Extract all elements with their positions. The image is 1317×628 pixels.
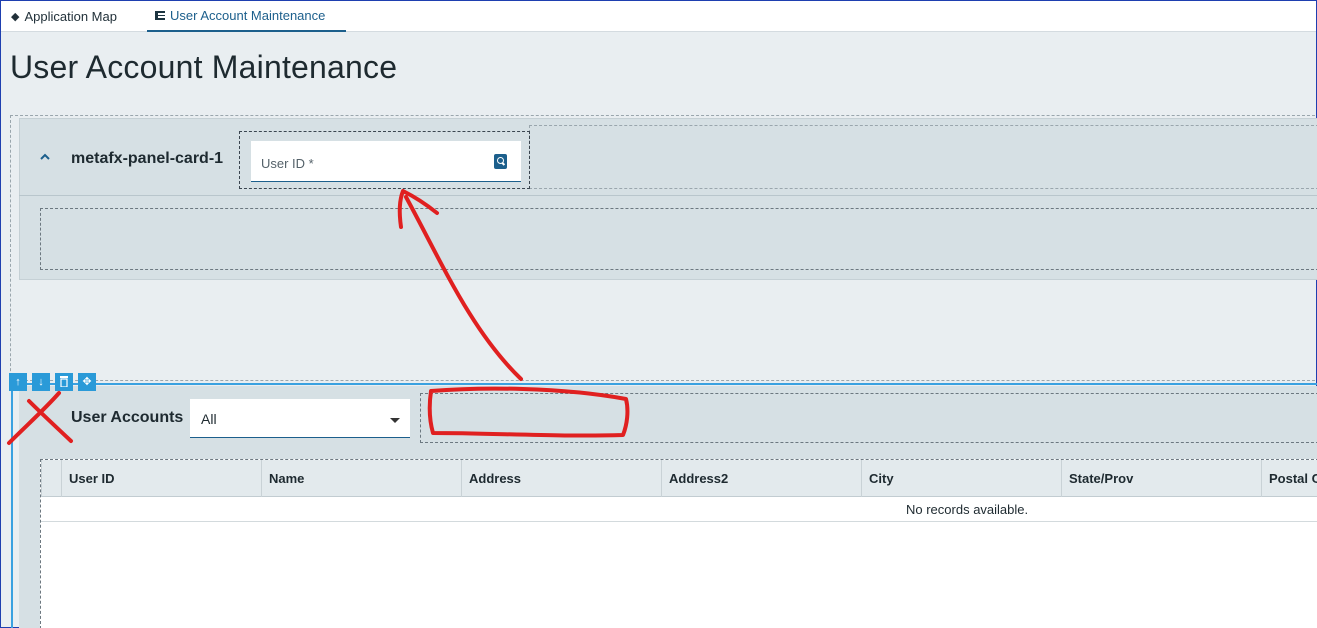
panel-card-body (40, 208, 1317, 270)
arrow-down-icon: ↓ (38, 376, 44, 388)
grid-icon (155, 11, 165, 20)
layers-icon: ◆ (11, 11, 20, 23)
user-accounts-title: User Accounts (71, 409, 184, 426)
delete-button[interactable] (55, 373, 73, 391)
tab-bar: ◆ Application Map User Account Maintenan… (1, 1, 1316, 32)
section-header-slot (420, 393, 1317, 443)
column-header[interactable]: User ID (61, 460, 261, 497)
lookup-search-icon[interactable] (494, 154, 507, 169)
trash-icon (60, 376, 68, 388)
user-accounts-grid: User ID Name Address Address2 City State… (40, 459, 1317, 628)
panel-header-slot (529, 125, 1317, 189)
arrow-up-icon: ↑ (15, 376, 21, 388)
caret-down-icon (390, 418, 400, 423)
chevron-up-icon[interactable] (39, 151, 51, 163)
filter-selected-value: All (201, 411, 217, 427)
move-up-button[interactable]: ↑ (9, 373, 27, 391)
column-header[interactable]: Postal Code (1261, 460, 1317, 497)
no-records-message: No records available. (906, 502, 1029, 517)
user-id-label: User ID * (261, 156, 314, 171)
column-header[interactable]: Name (261, 460, 461, 497)
column-header[interactable]: State/Prov (1061, 460, 1261, 497)
selection-outline-top (11, 383, 1317, 385)
column-header[interactable]: Address2 (661, 460, 861, 497)
filter-dropdown[interactable] (190, 399, 410, 438)
table-row (41, 497, 1317, 522)
tab-user-account-maintenance[interactable]: User Account Maintenance (147, 1, 346, 32)
tab-label: Application Map (24, 9, 117, 24)
move-icon: ✥ (82, 376, 92, 388)
tab-application-map[interactable]: ◆ Application Map (11, 1, 117, 32)
panel-card-title: metafx-panel-card-1 (71, 150, 224, 167)
drag-handle-button[interactable]: ✥ (78, 373, 96, 391)
grid-select-column (41, 460, 61, 497)
panel-divider (19, 195, 1317, 196)
move-down-button[interactable]: ↓ (32, 373, 50, 391)
grid-header: User ID Name Address Address2 City State… (41, 460, 1317, 497)
column-header[interactable]: Address (461, 460, 661, 497)
selection-outline-left (11, 383, 13, 628)
tab-label: User Account Maintenance (170, 8, 326, 23)
page-title: User Account Maintenance (10, 49, 398, 85)
column-header[interactable]: City (861, 460, 1061, 497)
